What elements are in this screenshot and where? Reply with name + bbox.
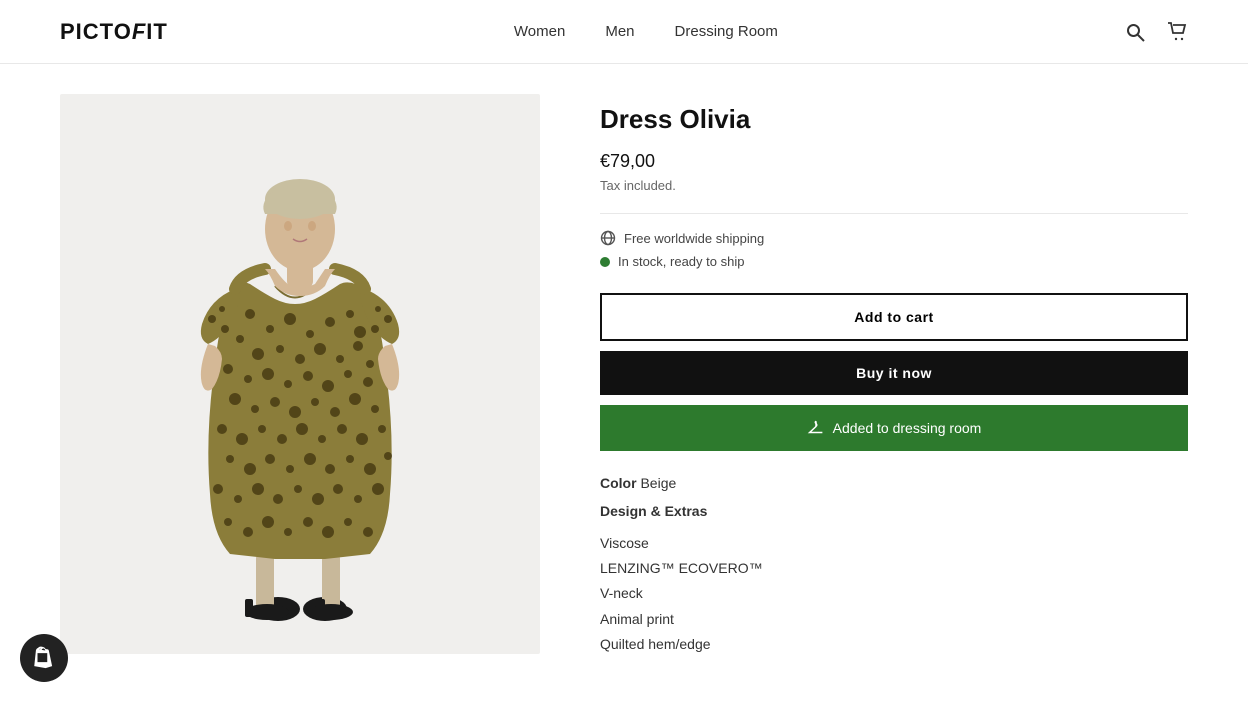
shipping-row-stock: In stock, ready to ship — [600, 254, 1188, 269]
nav-men[interactable]: Men — [605, 23, 634, 40]
site-header: PICTOFIT Women Men Dressing Room — [0, 0, 1248, 64]
features-list: ViscoseLENZING™ ECOVERO™V-neckAnimal pri… — [600, 531, 1188, 657]
shipping-label: Free worldwide shipping — [624, 231, 764, 246]
nav-women[interactable]: Women — [514, 23, 565, 40]
color-value: Beige — [640, 475, 676, 491]
product-price: €79,00 — [600, 151, 1188, 172]
in-stock-indicator — [600, 257, 610, 267]
tax-note: Tax included. — [600, 178, 1188, 193]
site-logo[interactable]: PICTOFIT — [60, 19, 168, 45]
add-to-cart-button[interactable]: Add to cart — [600, 293, 1188, 341]
shipping-row-worldwide: Free worldwide shipping — [600, 230, 1188, 246]
feature-item: LENZING™ ECOVERO™ — [600, 556, 1188, 581]
feature-item: V-neck — [600, 581, 1188, 606]
color-info: Color Beige — [600, 475, 1188, 491]
dressing-room-label: Added to dressing room — [833, 420, 982, 436]
buy-now-button[interactable]: Buy it now — [600, 351, 1188, 395]
product-details: Dress Olivia €79,00 Tax included. Free w… — [600, 94, 1188, 657]
main-content: Dress Olivia €79,00 Tax included. Free w… — [0, 64, 1248, 687]
search-icon[interactable] — [1124, 21, 1146, 43]
product-info: Color Beige Design & Extras ViscoseLENZI… — [600, 475, 1188, 657]
cart-icon[interactable] — [1166, 21, 1188, 43]
product-image — [60, 94, 540, 654]
dressing-room-button[interactable]: Added to dressing room — [600, 405, 1188, 451]
product-title: Dress Olivia — [600, 104, 1188, 135]
header-icons — [1124, 21, 1188, 43]
globe-icon — [600, 230, 616, 246]
stock-label: In stock, ready to ship — [618, 254, 744, 269]
shopify-badge[interactable] — [20, 634, 68, 682]
feature-item: Quilted hem/edge — [600, 632, 1188, 657]
shipping-info: Free worldwide shipping In stock, ready … — [600, 230, 1188, 269]
hanger-icon — [807, 419, 825, 437]
design-extras-label: Design & Extras — [600, 503, 1188, 519]
feature-item: Viscose — [600, 531, 1188, 556]
main-nav: Women Men Dressing Room — [514, 23, 778, 40]
product-image-container — [60, 94, 540, 654]
divider-1 — [600, 213, 1188, 214]
nav-dressing-room[interactable]: Dressing Room — [675, 23, 778, 40]
feature-item: Animal print — [600, 607, 1188, 632]
